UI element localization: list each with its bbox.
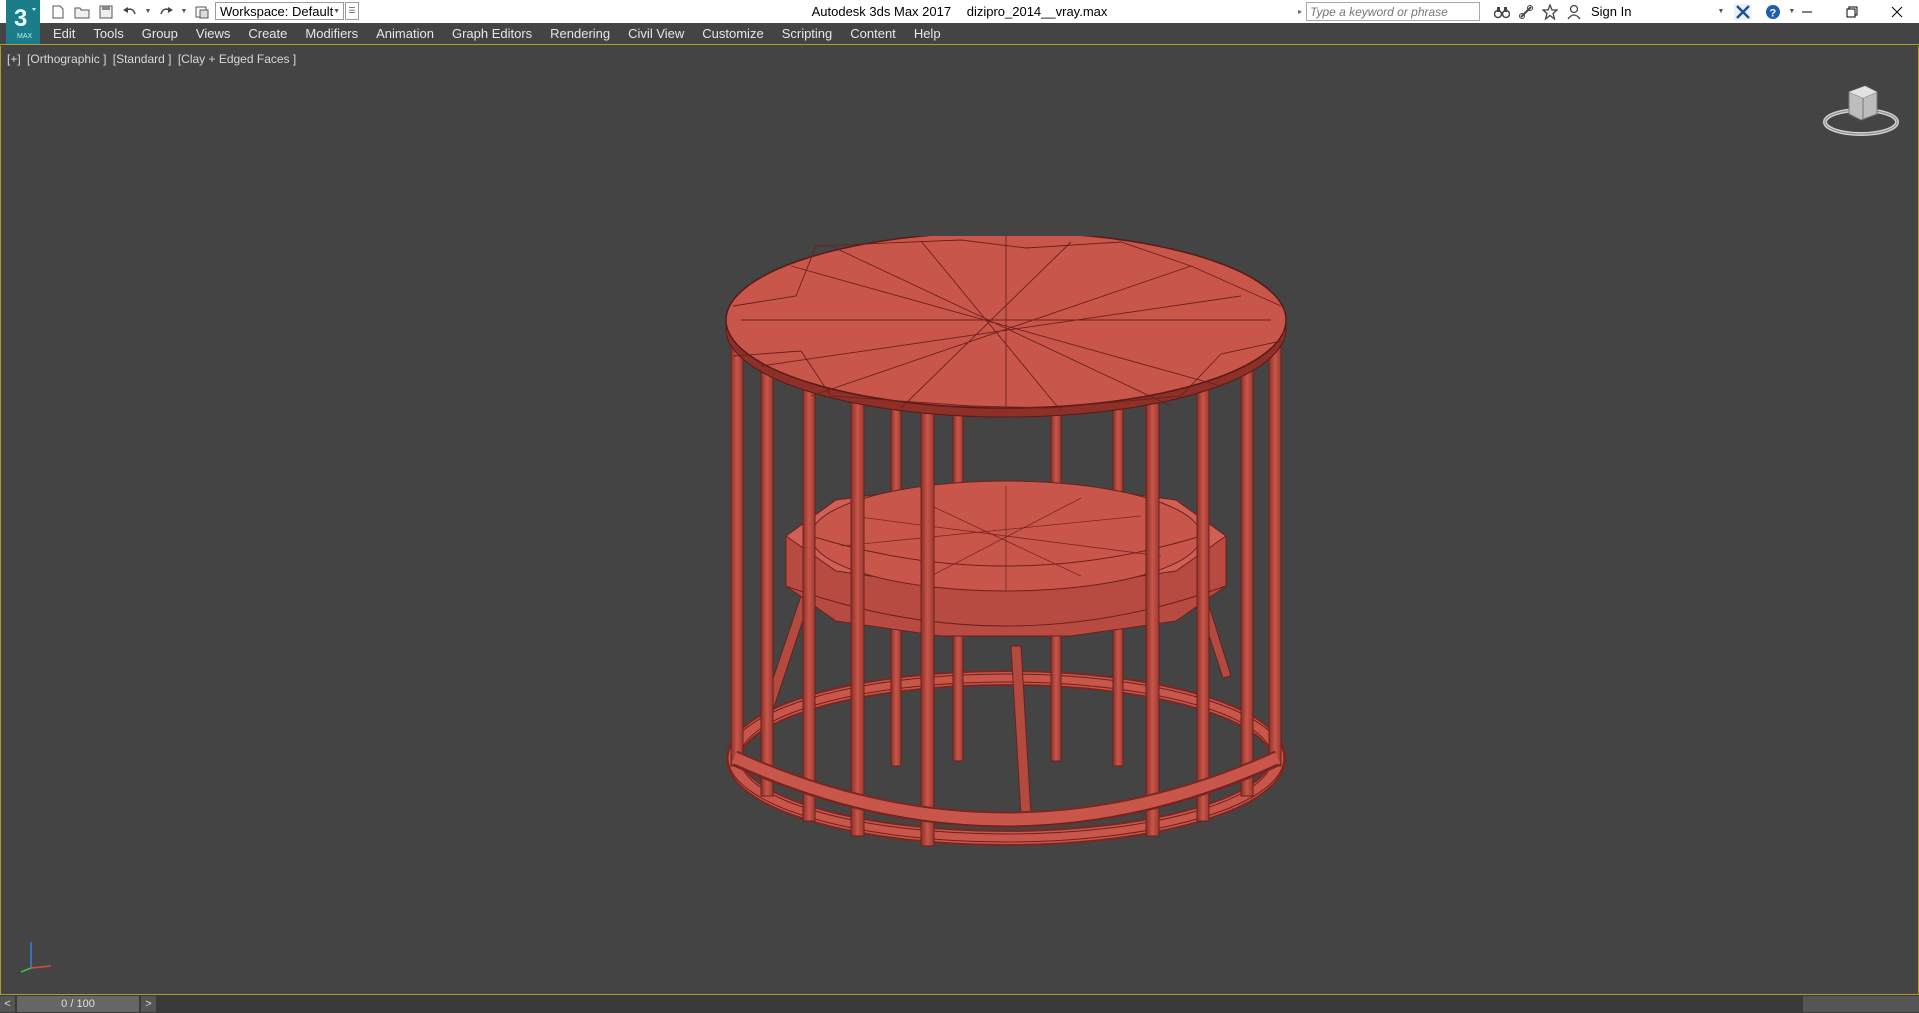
menu-bar: Edit Tools Group Views Create Modifiers … [0,23,1919,45]
workspace-label: Workspace: Default [220,4,334,19]
help-icon[interactable]: ? [1764,1,1782,22]
menu-animation[interactable]: Animation [367,23,443,45]
time-slider-track[interactable] [158,996,1919,1012]
axis-tripod-icon [20,942,52,973]
time-slider-bar: < 0 / 100 > [0,994,1919,1013]
menu-create[interactable]: Create [239,23,296,45]
time-slider[interactable]: 0 / 100 [17,996,139,1012]
search-expand-icon[interactable]: ▸ [1298,1,1306,22]
menu-tools[interactable]: Tools [84,23,132,45]
menu-modifiers[interactable]: Modifiers [296,23,367,45]
menu-customize[interactable]: Customize [693,23,772,45]
round-table-model[interactable] [721,236,1291,856]
restore-icon[interactable] [1829,0,1874,23]
communication-center-icon[interactable] [1517,1,1535,22]
app-logo-icon[interactable]: 3 MAX [6,0,40,44]
menu-views[interactable]: Views [187,23,239,45]
menu-graph-editors[interactable]: Graph Editors [443,23,541,45]
minimize-icon[interactable] [1784,0,1829,23]
menu-content[interactable]: Content [841,23,905,45]
perspective-viewport[interactable]: [+] [Orthographic ] [Standard ] [Clay + … [0,46,1919,994]
chevron-down-icon: ▼ [333,8,340,15]
viewport-display-mode[interactable]: [Clay + Edged Faces ] [178,52,296,66]
workspace-options-button[interactable]: ☰ [345,2,359,20]
header-tools: Sign In ▼ ? ▼ [1493,1,1795,22]
autodesk-exchange-icon[interactable] [1734,1,1753,22]
binoculars-icon[interactable] [1493,1,1511,22]
sign-in-dropdown-icon[interactable]: ▼ [1717,8,1724,15]
svg-text:3: 3 [14,5,27,32]
menu-civil-view[interactable]: Civil View [619,23,693,45]
menu-edit[interactable]: Edit [44,23,84,45]
menu-rendering[interactable]: Rendering [541,23,619,45]
user-icon[interactable] [1565,1,1583,22]
workspace-dropdown[interactable]: Workspace: Default ▼ [215,2,344,20]
window-controls [1784,0,1919,23]
search-area: ▸ [1298,1,1480,22]
app-name: Autodesk 3ds Max 2017 [811,4,952,19]
undo-dropdown-icon[interactable]: ▼ [144,2,152,21]
redo-icon[interactable] [156,2,176,21]
close-icon[interactable] [1874,0,1919,23]
undo-icon[interactable] [120,2,140,21]
new-file-icon[interactable] [48,2,68,21]
viewport-shading-preset[interactable]: [Standard ] [113,52,172,66]
time-slider-end [1803,996,1919,1012]
menu-help[interactable]: Help [905,23,950,45]
open-folder-icon[interactable] [72,2,92,21]
menu-scripting[interactable]: Scripting [773,23,842,45]
save-icon[interactable] [96,2,116,21]
menu-group[interactable]: Group [133,23,187,45]
project-folder-icon[interactable] [192,2,212,21]
file-name: dizipro_2014__vray.max [966,4,1108,19]
viewcube-icon[interactable] [1821,80,1901,140]
favorites-star-icon[interactable] [1541,1,1559,22]
viewport-view-mode[interactable]: [Orthographic ] [27,52,106,66]
search-input[interactable] [1306,2,1480,21]
viewport-menu-plus[interactable]: [+] [7,52,21,66]
title-bar: 3 MAX ▼ ▼ Workspace: Default ▼ ☰ Autodes… [0,0,1919,44]
viewport-label[interactable]: [+] [Orthographic ] [Standard ] [Clay + … [7,52,299,66]
next-frame-button[interactable]: > [141,996,156,1012]
sign-in-button[interactable]: Sign In [1591,1,1631,22]
svg-text:MAX: MAX [17,33,33,40]
redo-dropdown-icon[interactable]: ▼ [180,2,188,21]
quick-access-toolbar: ▼ ▼ [48,2,212,21]
svg-text:?: ? [1770,7,1777,19]
previous-frame-button[interactable]: < [0,996,15,1012]
